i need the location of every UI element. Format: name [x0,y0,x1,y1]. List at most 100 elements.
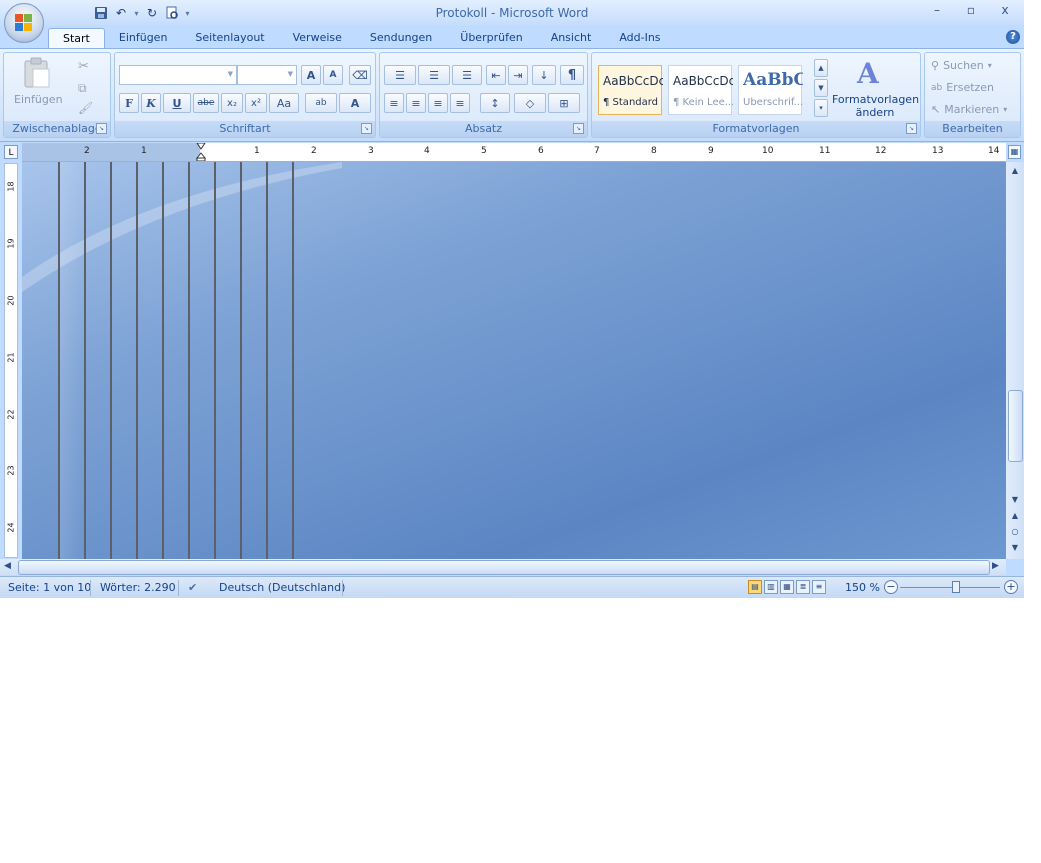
tab-selector-button[interactable]: L [4,145,18,159]
font-name-combo[interactable]: ▼ [119,65,237,85]
draft-view-icon[interactable]: ≡ [812,580,826,594]
language-indicator[interactable]: Deutsch (Deutschland) [219,581,345,594]
change-case-button[interactable]: Aa [269,93,299,113]
styles-scroll-up-icon[interactable]: ▲ [814,59,828,77]
next-page-icon[interactable]: ▼ [1007,541,1023,555]
paragraph-launcher-icon[interactable]: ↘ [573,123,584,134]
styles-more-icon[interactable]: ▾ [814,99,828,117]
align-left-icon[interactable]: ≡ [384,93,404,113]
ruler-margin [22,143,200,161]
ruler-label: 19 [6,238,16,249]
change-styles-button[interactable]: A Formatvorlagen ändern [832,57,919,119]
highlight-button[interactable]: ab [305,93,337,113]
scroll-left-icon[interactable]: ◀ [4,561,11,571]
column-line [110,162,112,559]
ruler-label: 14 [988,146,1000,156]
tab-seitenlayout[interactable]: Seitenlayout [181,28,278,48]
subscript-button[interactable]: x₂ [221,93,243,113]
bullets-icon[interactable]: ☰ [384,65,416,85]
align-center-icon[interactable]: ≡ [406,93,426,113]
clipboard-launcher-icon[interactable]: ↘ [96,123,107,134]
status-divider [90,580,91,596]
tab-start[interactable]: Start [48,28,105,49]
multilevel-list-icon[interactable]: ☰ [452,65,482,85]
numbering-icon[interactable]: ☰ [418,65,450,85]
styles-group-label: Formatvorlagen [592,121,920,137]
clear-formatting-icon[interactable]: ⌫ [349,65,371,85]
vertical-scrollbar[interactable]: ▲ ▼ ▲ ○ ▼ [1006,162,1024,559]
tab-verweise[interactable]: Verweise [279,28,356,48]
view-ruler-icon[interactable]: ▦ [1008,145,1021,159]
select-button[interactable]: ↖ Markieren ▾ [931,103,1007,116]
previous-page-icon[interactable]: ▲ [1007,509,1023,523]
minimize-button[interactable]: – [924,3,950,21]
scroll-up-icon[interactable]: ▲ [1007,164,1023,178]
restore-button[interactable]: ▫ [958,3,984,21]
style-standard[interactable]: AaBbCcDc ¶ Standard [598,65,663,115]
full-screen-reading-icon[interactable]: ▥ [764,580,778,594]
line-spacing-icon[interactable]: ↕ [480,93,510,113]
format-painter-icon[interactable]: 🖌 [78,101,93,115]
font-color-button[interactable]: A [339,93,371,113]
cursor-icon: ↖ [931,103,941,116]
replace-button[interactable]: ab Ersetzen [931,81,994,94]
tab-ansicht[interactable]: Ansicht [537,28,606,48]
borders-icon[interactable]: ⊞ [548,93,580,113]
zoom-level[interactable]: 150 % [845,581,880,594]
word-count[interactable]: Wörter: 2.290 [100,581,176,594]
copy-icon[interactable]: ⧉ [78,81,87,96]
italic-button[interactable]: K [141,93,161,113]
find-button[interactable]: ⚲ Suchen ▾ [931,59,992,72]
style-ueberschrift[interactable]: AaBbC( Überschrif... [738,65,803,115]
page-count[interactable]: Seite: 1 von 10 [8,581,91,594]
styles-launcher-icon[interactable]: ↘ [906,123,917,134]
paste-button[interactable]: Einfügen [14,57,63,113]
increase-indent-icon[interactable]: ⇥ [508,65,528,85]
underline-button[interactable]: U [163,93,191,113]
grow-font-button[interactable]: A [301,65,321,85]
style-kein-leerraum[interactable]: AaBbCcDc ¶ Kein Lee... [668,65,733,115]
bold-button[interactable]: F [119,93,139,113]
ribbon-tabs: Start Einfügen Seitenlayout Verweise Sen… [48,28,675,49]
tab-einfuegen[interactable]: Einfügen [105,28,182,48]
scroll-right-icon[interactable]: ▶ [992,561,999,571]
shrink-font-button[interactable]: A [323,65,343,85]
document-canvas[interactable] [22,162,1006,559]
justify-icon[interactable]: ≡ [450,93,470,113]
horizontal-ruler[interactable]: 2 1 1 2 3 4 5 6 7 8 9 10 11 12 13 14 [22,143,1006,162]
decrease-indent-icon[interactable]: ⇤ [486,65,506,85]
horizontal-scrollbar[interactable]: ◀ ▶ [0,559,1006,575]
office-button[interactable] [4,3,44,43]
horizontal-scroll-thumb[interactable] [18,560,990,575]
replace-label: Ersetzen [946,81,995,94]
sort-icon[interactable]: ↓ [532,65,556,85]
browse-object-icon[interactable]: ○ [1007,525,1023,539]
vertical-ruler[interactable]: 18 19 20 21 22 23 24 [4,163,18,558]
zoom-slider-thumb[interactable] [952,581,960,593]
indent-marker-icon[interactable] [196,143,206,161]
strikethrough-button[interactable]: abe [193,93,219,113]
outline-view-icon[interactable]: ≣ [796,580,810,594]
superscript-button[interactable]: x² [245,93,267,113]
tab-ueberpruefen[interactable]: Überprüfen [446,28,536,48]
scroll-down-icon[interactable]: ▼ [1007,493,1023,507]
tab-sendungen[interactable]: Sendungen [356,28,446,48]
web-layout-icon[interactable]: ▦ [780,580,794,594]
help-icon[interactable]: ? [1006,30,1020,44]
cut-icon[interactable]: ✂ [78,59,89,74]
font-launcher-icon[interactable]: ↘ [361,123,372,134]
zoom-out-button[interactable]: − [884,580,898,594]
zoom-in-button[interactable]: + [1004,580,1018,594]
tab-add-ins[interactable]: Add-Ins [605,28,674,48]
status-bar: Seite: 1 von 10 Wörter: 2.290 ✔ Deutsch … [0,576,1024,598]
print-layout-view-icon[interactable]: ▤ [748,580,762,594]
align-right-icon[interactable]: ≡ [428,93,448,113]
proofing-icon[interactable]: ✔ [188,581,197,594]
show-marks-button[interactable]: ¶ [560,65,584,85]
font-size-combo[interactable]: ▼ [237,65,297,85]
shading-icon[interactable]: ◇ [514,93,546,113]
zoom-slider[interactable] [900,587,1000,588]
vertical-scroll-thumb[interactable] [1008,390,1023,462]
close-button[interactable]: x [992,3,1018,21]
styles-scroll-down-icon[interactable]: ▼ [814,79,828,97]
